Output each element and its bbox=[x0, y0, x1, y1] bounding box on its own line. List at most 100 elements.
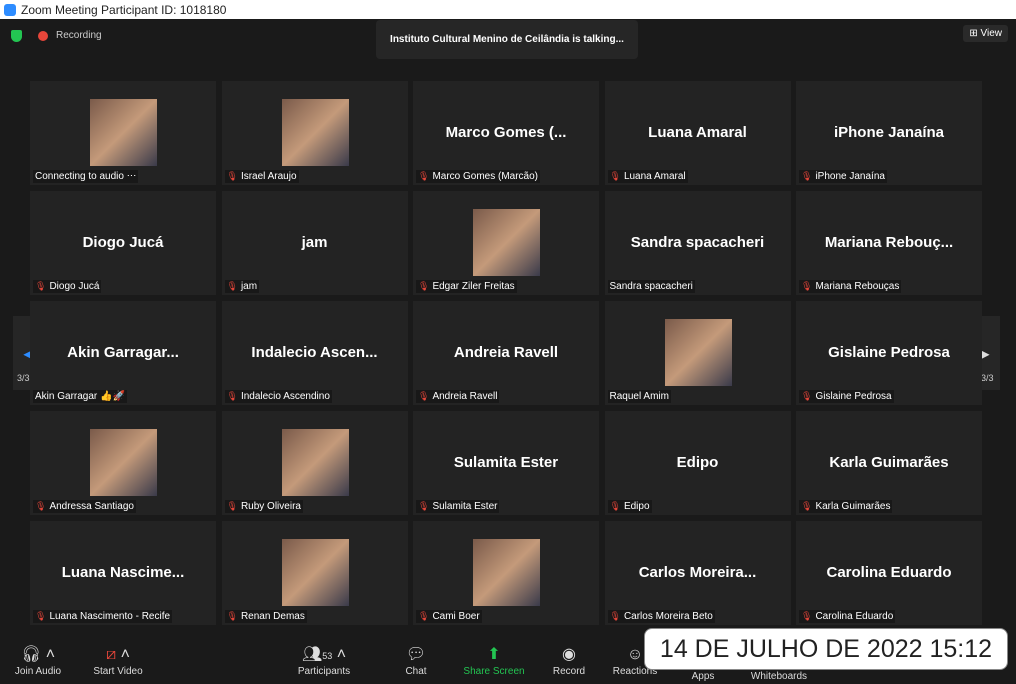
participant-name-tag: 🎙︎ Indalecio Ascendino bbox=[224, 390, 332, 403]
participant-name: Sandra spacacheri bbox=[609, 281, 693, 292]
participant-name-tag: 🎙︎ Diogo Jucá bbox=[33, 280, 102, 293]
mic-muted-icon: 🎙︎ bbox=[801, 391, 813, 401]
headphones-icon: 🎧︎ ˄ bbox=[20, 646, 56, 663]
participant-tile[interactable]: iPhone Janaína 🎙︎ iPhone Janaína bbox=[796, 81, 982, 185]
participant-tile[interactable]: Carlos Moreira... 🎙︎ Carlos Moreira Beto bbox=[604, 521, 791, 625]
participant-display-name: Akin Garragar... bbox=[67, 344, 179, 361]
whiteboards-button[interactable]: Whiteboards bbox=[744, 649, 814, 682]
participant-name-tag: 🎙︎ jam bbox=[224, 280, 260, 293]
chat-button[interactable]: 💬︎ Chat bbox=[403, 644, 429, 677]
participant-tile[interactable]: 🎙︎ Ruby Oliveira bbox=[221, 411, 408, 515]
view-label: View bbox=[980, 28, 1003, 39]
start-video-label: Start Video bbox=[93, 666, 143, 677]
page-indicator-right: 3/3 bbox=[981, 373, 994, 383]
participant-tile[interactable]: Akin Garragar... Akin Garragar 👍🚀 bbox=[30, 301, 216, 405]
participant-tile[interactable]: 🎙︎ Renan Demas bbox=[221, 521, 408, 625]
mic-muted-icon: 🎙︎ bbox=[801, 611, 813, 621]
chat-label: Chat bbox=[405, 666, 427, 677]
participant-name-tag: 🎙︎ Karla Guimarães bbox=[799, 500, 893, 513]
participants-button[interactable]: 👥︎53 ˄ Participants bbox=[294, 644, 354, 677]
participant-tile[interactable]: 🎙︎ Edgar Ziler Freitas bbox=[413, 191, 599, 295]
start-video-button[interactable]: ⧄ ˄ Start Video bbox=[88, 644, 148, 677]
apps-button[interactable]: Apps bbox=[688, 649, 718, 682]
participant-name: iPhone Janaína bbox=[815, 171, 885, 182]
participant-display-name: Carolina Eduardo bbox=[826, 564, 952, 581]
participant-display-name: Sandra spacacheri bbox=[630, 234, 765, 251]
participant-name-tag: Raquel Amim bbox=[607, 390, 671, 403]
participant-name: Edipo bbox=[623, 501, 650, 512]
participant-name-tag: Akin Garragar 👍🚀 bbox=[33, 390, 127, 403]
participant-tile[interactable]: Indalecio Ascen... 🎙︎ Indalecio Ascendino bbox=[221, 301, 408, 405]
participant-display-name: Mariana Rebouç... bbox=[824, 234, 954, 251]
participant-name: Ruby Oliveira bbox=[240, 501, 301, 512]
participant-name: Andreia Ravell bbox=[432, 391, 498, 402]
record-button[interactable]: ◉ Record bbox=[551, 644, 587, 677]
mic-muted-icon: 🎙︎ bbox=[418, 281, 430, 291]
participant-display-name: Karla Guimarães bbox=[829, 454, 949, 471]
participant-tile[interactable]: Raquel Amim bbox=[604, 301, 791, 405]
view-button[interactable]: ⊞ View bbox=[963, 25, 1008, 42]
participant-tile[interactable]: Marco Gomes (... 🎙︎ Marco Gomes (Marcão) bbox=[413, 81, 599, 185]
participant-name-tag: 🎙︎ Luana Nascimento - Recife bbox=[33, 610, 173, 623]
participant-tile[interactable]: Sandra spacacheri Sandra spacacheri bbox=[604, 191, 791, 295]
participant-name-tag: 🎙︎ Andressa Santiago bbox=[33, 500, 136, 513]
participant-tile[interactable]: Andreia Ravell 🎙︎ Andreia Ravell bbox=[413, 301, 599, 405]
record-label: Record bbox=[552, 666, 586, 677]
participant-tile[interactable]: Luana Nascime... 🎙︎ Luana Nascimento - Rec… bbox=[30, 521, 216, 625]
share-screen-button[interactable]: ⬆︎ Share Screen bbox=[462, 644, 526, 677]
participant-name: Gislaine Pedrosa bbox=[815, 391, 892, 402]
mic-muted-icon: 🎙︎ bbox=[226, 391, 238, 401]
participant-name-tag: 🎙︎ Luana Amaral bbox=[607, 170, 688, 183]
participant-name-tag: Connecting to audio ⋅⋅⋅ bbox=[33, 170, 139, 183]
chat-icon: 💬︎ bbox=[405, 646, 427, 663]
participant-name: Indalecio Ascendino bbox=[240, 391, 330, 402]
participant-tile[interactable]: Mariana Rebouç... 🎙︎ Mariana Rebouças bbox=[796, 191, 982, 295]
participant-tile[interactable]: Connecting to audio ⋅⋅⋅ bbox=[30, 81, 216, 185]
participant-tile[interactable]: 🎙︎ Cami Boer bbox=[413, 521, 599, 625]
security-shield-icon[interactable] bbox=[11, 30, 22, 42]
participant-name-tag: 🎙︎ Edgar Ziler Freitas bbox=[416, 280, 517, 293]
participant-name: Luana Amaral bbox=[623, 171, 686, 182]
whiteboards-label: Whiteboards bbox=[750, 671, 808, 682]
participant-name: Sulamita Ester bbox=[432, 501, 498, 512]
participant-name-tag: 🎙︎ Marco Gomes (Marcão) bbox=[416, 170, 541, 183]
participant-tile[interactable]: Sulamita Ester 🎙︎ Sulamita Ester bbox=[413, 411, 599, 515]
join-audio-label: Join Audio bbox=[14, 666, 62, 677]
video-off-icon: ⧄ ˄ bbox=[106, 646, 130, 663]
participant-name: Karla Guimarães bbox=[815, 501, 891, 512]
participant-tile[interactable]: 🎙︎ Israel Araujo bbox=[221, 81, 408, 185]
participant-name: Carlos Moreira Beto bbox=[623, 611, 713, 622]
participant-name: Akin Garragar 👍🚀 bbox=[35, 391, 125, 402]
participant-display-name: Gislaine Pedrosa bbox=[828, 344, 950, 361]
participant-tile[interactable]: 🎙︎ Andressa Santiago bbox=[30, 411, 216, 515]
participant-display-name: iPhone Janaína bbox=[833, 124, 945, 141]
participant-display-name: Carlos Moreira... bbox=[638, 564, 757, 581]
participant-display-name: Sulamita Ester bbox=[453, 454, 559, 471]
participant-display-name: Marco Gomes (... bbox=[445, 124, 567, 141]
mic-muted-icon: 🎙︎ bbox=[35, 281, 47, 291]
participant-name: Connecting to audio ⋅⋅⋅ bbox=[35, 171, 137, 182]
participant-tile[interactable]: Carolina Eduardo 🎙︎ Carolina Eduardo bbox=[796, 521, 982, 625]
mic-muted-icon: 🎙︎ bbox=[418, 611, 430, 621]
join-audio-button[interactable]: 🎧︎ ˄ Join Audio bbox=[10, 644, 66, 677]
participant-display-name: Luana Nascime... bbox=[61, 564, 185, 581]
participant-name-tag: 🎙︎ Israel Araujo bbox=[224, 170, 299, 183]
participant-tile[interactable]: Gislaine Pedrosa 🎙︎ Gislaine Pedrosa bbox=[796, 301, 982, 405]
participant-name: Israel Araujo bbox=[240, 171, 297, 182]
participant-name: jam bbox=[240, 281, 258, 292]
participant-display-name: jam bbox=[301, 234, 328, 251]
participant-tile[interactable]: Diogo Jucá 🎙︎ Diogo Jucá bbox=[30, 191, 216, 295]
participant-name-tag: 🎙︎ Carolina Eduardo bbox=[799, 610, 896, 623]
participant-tile[interactable]: Edipo 🎙︎ Edipo bbox=[604, 411, 791, 515]
participant-name: Edgar Ziler Freitas bbox=[432, 281, 515, 292]
participant-name-tag: 🎙︎ Edipo bbox=[607, 500, 652, 513]
participant-tile[interactable]: jam 🎙︎ jam bbox=[221, 191, 408, 295]
mic-muted-icon: 🎙︎ bbox=[609, 501, 621, 511]
participant-name: Andressa Santiago bbox=[49, 501, 134, 512]
mic-muted-icon: 🎙︎ bbox=[609, 171, 621, 181]
mic-muted-icon: 🎙︎ bbox=[609, 611, 621, 621]
participant-name: Marco Gomes (Marcão) bbox=[432, 171, 539, 182]
participant-tile[interactable]: Luana Amaral 🎙︎ Luana Amaral bbox=[604, 81, 791, 185]
participant-tile[interactable]: Karla Guimarães 🎙︎ Karla Guimarães bbox=[796, 411, 982, 515]
participant-name: Cami Boer bbox=[432, 611, 480, 622]
